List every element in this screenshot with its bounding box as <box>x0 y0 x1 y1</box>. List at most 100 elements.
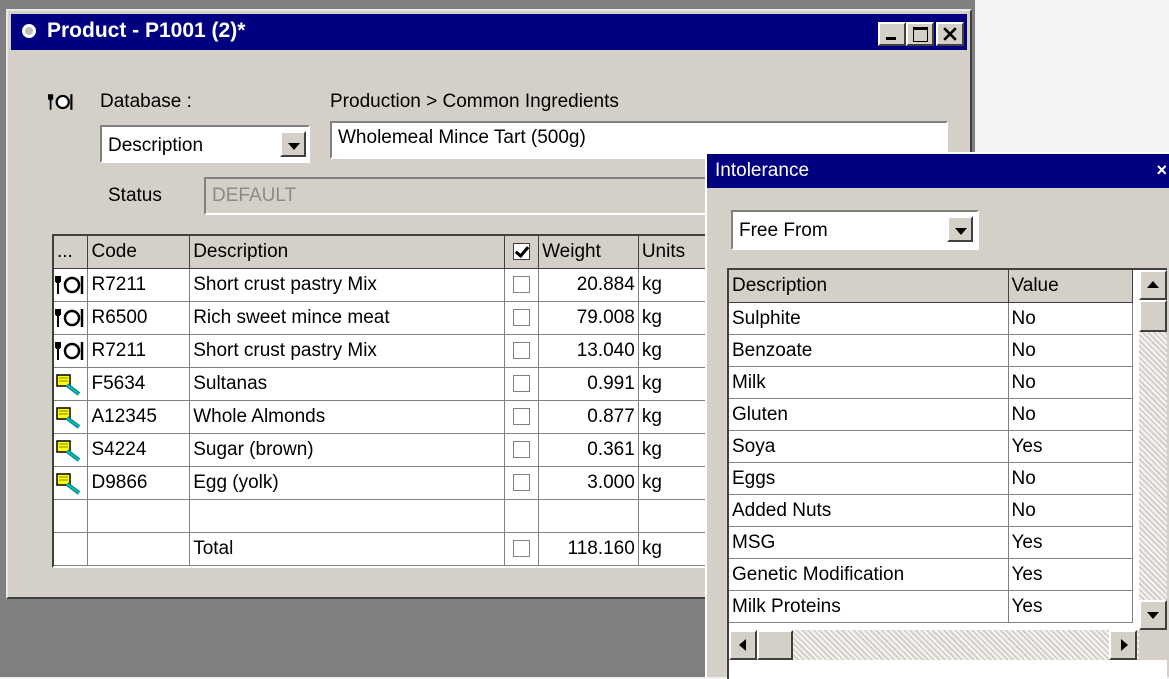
weight-cell[interactable]: 0.361 <box>538 433 639 467</box>
row-icon-cell[interactable] <box>54 466 89 500</box>
intolerance-filter-select[interactable]: Free From <box>731 210 979 250</box>
weight-cell[interactable]: 79.008 <box>538 301 639 335</box>
checkbox-cell[interactable] <box>504 433 540 467</box>
intolerance-value-cell[interactable]: Yes <box>1008 430 1133 463</box>
code-cell[interactable]: A12345 <box>87 400 191 434</box>
code-cell[interactable]: R6500 <box>87 301 191 335</box>
weight-cell[interactable]: 3.000 <box>538 466 639 500</box>
column-header-menu[interactable]: ... <box>54 236 89 269</box>
intolerance-value-cell[interactable]: No <box>1008 334 1133 367</box>
row-checkbox[interactable] <box>513 309 531 327</box>
column-header-weight[interactable]: Weight <box>538 236 639 269</box>
row-checkbox[interactable] <box>513 375 531 393</box>
intolerance-grid[interactable]: Description Value Sulphite No Benzoate No Mi… <box>727 268 1167 679</box>
row-checkbox[interactable] <box>513 441 531 459</box>
row-icon-cell[interactable] <box>54 433 89 467</box>
intolerance-description-cell[interactable]: Genetic Modification <box>729 558 1009 591</box>
product-window-titlebar[interactable]: Product - P1001 (2)* <box>11 14 967 50</box>
intolerance-row[interactable]: Sulphite No <box>729 302 1133 335</box>
intolerance-row[interactable]: Soya Yes <box>729 430 1133 463</box>
intolerance-row[interactable]: Gluten No <box>729 398 1133 431</box>
intolerance-row[interactable]: Milk No <box>729 366 1133 399</box>
scroll-up-button[interactable] <box>1139 270 1167 300</box>
units-cell[interactable]: kg <box>638 268 709 302</box>
description-cell[interactable]: Rich sweet mince meat <box>189 301 506 335</box>
code-cell[interactable]: S4224 <box>87 433 191 467</box>
row-icon-cell[interactable] <box>54 268 89 302</box>
column-header-units[interactable]: Units <box>638 236 709 269</box>
column-header-description[interactable]: Description <box>729 270 1009 303</box>
maximize-button[interactable] <box>906 22 934 46</box>
intolerance-value-cell[interactable]: No <box>1008 398 1133 431</box>
hscroll-thumb[interactable] <box>757 630 793 660</box>
units-cell[interactable]: kg <box>638 334 709 368</box>
description-cell[interactable]: Sugar (brown) <box>189 433 506 467</box>
scroll-left-button[interactable] <box>729 630 757 660</box>
close-icon[interactable]: × <box>1156 160 1167 181</box>
intolerance-description-cell[interactable]: Added Nuts <box>729 494 1009 527</box>
column-header-value[interactable]: Value <box>1008 270 1133 303</box>
row-checkbox[interactable] <box>513 474 531 492</box>
intolerance-description-cell[interactable]: Gluten <box>729 398 1009 431</box>
minimize-button[interactable] <box>878 22 906 46</box>
code-cell[interactable]: F5634 <box>87 367 191 401</box>
units-cell[interactable]: kg <box>638 433 709 467</box>
intolerance-value-cell[interactable]: Yes <box>1008 558 1133 591</box>
scroll-right-button[interactable] <box>1109 630 1137 660</box>
intolerance-row[interactable]: Eggs No <box>729 462 1133 495</box>
intolerance-titlebar[interactable]: Intolerance × <box>707 154 1169 188</box>
intolerance-value-cell[interactable]: Yes <box>1008 526 1133 559</box>
close-button[interactable] <box>936 22 964 46</box>
select-all-checkbox[interactable] <box>513 243 531 261</box>
column-header-select-all[interactable] <box>504 236 540 269</box>
checkbox-cell[interactable] <box>504 400 540 434</box>
intolerance-row[interactable]: MSG Yes <box>729 526 1133 559</box>
weight-cell[interactable]: 20.884 <box>538 268 639 302</box>
row-icon-cell[interactable] <box>54 334 89 368</box>
intolerance-description-cell[interactable]: Milk <box>729 366 1009 399</box>
column-header-description[interactable]: Description <box>189 236 506 269</box>
row-icon-cell[interactable] <box>54 367 89 401</box>
horizontal-scrollbar[interactable] <box>729 630 1139 660</box>
weight-cell[interactable]: 0.991 <box>538 367 639 401</box>
row-icon-cell[interactable] <box>54 400 89 434</box>
total-checkbox[interactable] <box>513 540 531 558</box>
intolerance-description-cell[interactable]: Sulphite <box>729 302 1009 335</box>
intolerance-description-cell[interactable]: MSG <box>729 526 1009 559</box>
units-cell[interactable]: kg <box>638 301 709 335</box>
checkbox-cell[interactable] <box>504 268 540 302</box>
scroll-thumb[interactable] <box>1139 300 1167 332</box>
weight-cell[interactable]: 13.040 <box>538 334 639 368</box>
intolerance-value-cell[interactable]: No <box>1008 494 1133 527</box>
window-icon[interactable] <box>21 23 37 39</box>
intolerance-description-cell[interactable]: Eggs <box>729 462 1009 495</box>
row-checkbox[interactable] <box>513 408 531 426</box>
checkbox-cell[interactable] <box>504 334 540 368</box>
chevron-down-icon[interactable] <box>280 131 306 157</box>
column-header-code[interactable]: Code <box>87 236 191 269</box>
code-cell[interactable]: D9866 <box>87 466 191 500</box>
row-icon-cell[interactable] <box>54 301 89 335</box>
code-cell[interactable]: R7211 <box>87 334 191 368</box>
units-cell[interactable]: kg <box>638 367 709 401</box>
checkbox-cell[interactable] <box>504 301 540 335</box>
intolerance-value-cell[interactable]: No <box>1008 366 1133 399</box>
intolerance-description-cell[interactable]: Milk Proteins <box>729 590 1009 623</box>
intolerance-description-cell[interactable]: Soya <box>729 430 1009 463</box>
chevron-down-icon[interactable] <box>947 216 973 242</box>
intolerance-value-cell[interactable]: Yes <box>1008 590 1133 623</box>
scroll-down-button[interactable] <box>1139 600 1167 630</box>
code-cell[interactable]: R7211 <box>87 268 191 302</box>
description-cell[interactable]: Sultanas <box>189 367 506 401</box>
intolerance-row[interactable]: Milk Proteins Yes <box>729 590 1133 623</box>
row-checkbox[interactable] <box>513 276 531 294</box>
row-checkbox[interactable] <box>513 342 531 360</box>
intolerance-value-cell[interactable]: No <box>1008 302 1133 335</box>
intolerance-description-cell[interactable]: Benzoate <box>729 334 1009 367</box>
intolerance-row[interactable]: Benzoate No <box>729 334 1133 367</box>
search-field-select[interactable]: Description <box>100 125 310 163</box>
checkbox-cell[interactable] <box>504 367 540 401</box>
description-cell[interactable]: Egg (yolk) <box>189 466 506 500</box>
weight-cell[interactable]: 0.877 <box>538 400 639 434</box>
intolerance-row[interactable]: Genetic Modification Yes <box>729 558 1133 591</box>
